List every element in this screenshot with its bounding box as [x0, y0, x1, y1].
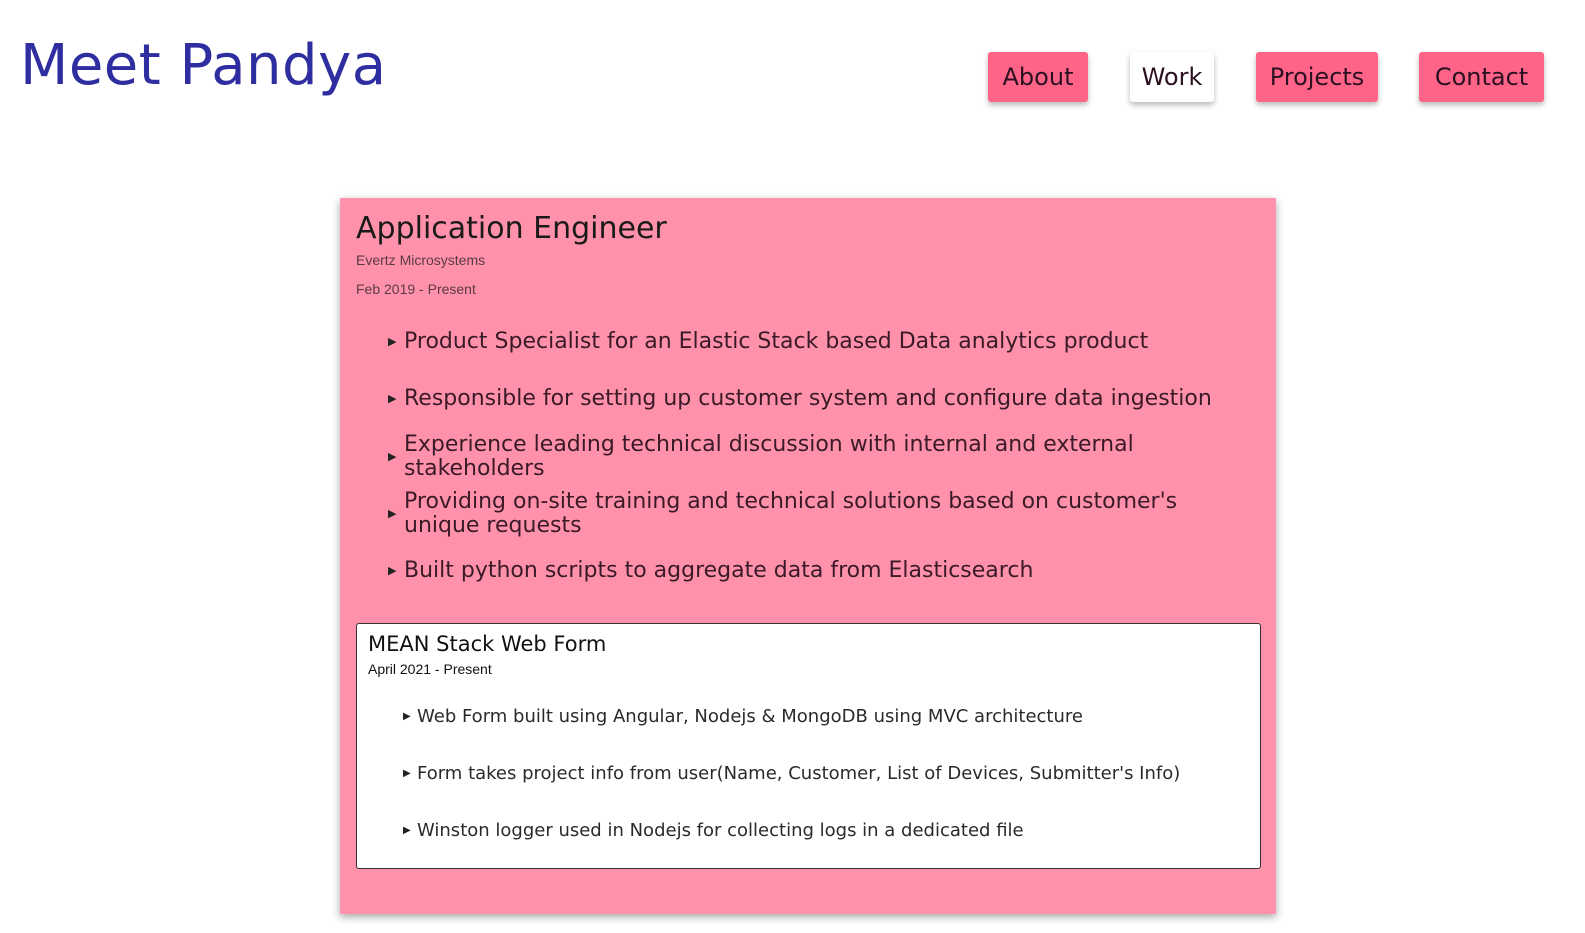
caret-right-icon: ▶: [388, 564, 397, 577]
nav-about-button[interactable]: About: [988, 52, 1088, 102]
work-experience-card: Application Engineer Evertz Microsystems…: [340, 198, 1276, 914]
nav-projects-button[interactable]: Projects: [1256, 52, 1378, 102]
caret-right-icon: ▶: [388, 450, 397, 463]
list-item: ▶ Product Specialist for an Elastic Stac…: [388, 330, 1228, 354]
list-item: ▶ Built python scripts to aggregate data…: [388, 559, 1228, 583]
list-item: ▶ Responsible for setting up customer sy…: [388, 387, 1228, 411]
caret-right-icon: ▶: [403, 768, 411, 779]
nav-contact-button[interactable]: Contact: [1419, 52, 1544, 102]
list-item: ▶ Form takes project info from user(Name…: [403, 763, 1243, 785]
caret-right-icon: ▶: [388, 507, 397, 520]
list-item: ▶ Winston logger used in Nodejs for coll…: [403, 820, 1243, 842]
list-item: ▶ Web Form built using Angular, Nodejs &…: [403, 706, 1243, 728]
job-title: Application Engineer: [356, 211, 667, 246]
list-item-text: Experience leading technical discussion …: [404, 432, 1134, 481]
project-title: MEAN Stack Web Form: [368, 632, 607, 656]
caret-right-icon: ▶: [388, 335, 397, 348]
nav-work-button[interactable]: Work: [1130, 52, 1214, 102]
list-item-text: Form takes project info from user(Name, …: [417, 763, 1181, 784]
list-item-text: Winston logger used in Nodejs for collec…: [417, 820, 1024, 841]
list-item-text: Providing on-site training and technical…: [404, 489, 1178, 538]
caret-right-icon: ▶: [403, 711, 411, 722]
caret-right-icon: ▶: [403, 825, 411, 836]
job-dates: Feb 2019 - Present: [356, 281, 476, 297]
project-dates: April 2021 - Present: [368, 661, 492, 677]
list-item-text: Built python scripts to aggregate data f…: [404, 558, 1034, 583]
list-item-text: Responsible for setting up customer syst…: [404, 386, 1212, 411]
site-header: Meet Pandya About Work Projects Contact: [0, 0, 1585, 140]
list-item: ▶ Providing on-site training and technic…: [388, 490, 1228, 538]
company-name: Evertz Microsystems: [356, 252, 486, 268]
site-title[interactable]: Meet Pandya: [20, 38, 387, 94]
caret-right-icon: ▶: [388, 392, 397, 405]
list-item-text: Product Specialist for an Elastic Stack …: [404, 329, 1149, 354]
list-item: ▶ Experience leading technical discussio…: [388, 433, 1228, 481]
project-card: MEAN Stack Web Form April 2021 - Present…: [356, 623, 1261, 869]
list-item-text: Web Form built using Angular, Nodejs & M…: [417, 706, 1083, 727]
